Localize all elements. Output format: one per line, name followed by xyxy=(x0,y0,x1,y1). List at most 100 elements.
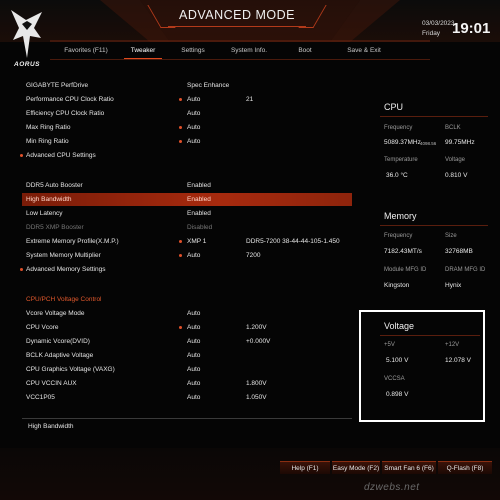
setting-eff-cpu-ratio[interactable]: Efficiency CPU Clock Ratio Auto xyxy=(22,107,352,120)
setting-ddr5-auto-booster[interactable]: DDR5 Auto Booster Enabled xyxy=(22,179,352,192)
dram-mfg-value: Hynix xyxy=(445,282,462,289)
setting-label: GIGABYTE PerfDrive xyxy=(26,82,89,89)
bullet-icon xyxy=(179,240,182,243)
setting-label: CPU Vcore xyxy=(26,324,59,331)
setting-perf-cpu-ratio[interactable]: Performance CPU Clock Ratio Auto 21 xyxy=(22,93,352,106)
smart-fan-button[interactable]: Smart Fan 6 (F6) xyxy=(382,461,436,474)
setting-current-value: DDR5-7200 38-44-44-105-1.450 xyxy=(246,238,340,245)
submenu-label: Advanced CPU Settings xyxy=(26,152,96,159)
bullet-icon xyxy=(179,140,182,143)
cpu-frequency-sub: 4098.56 xyxy=(420,141,437,146)
setting-value: XMP 1 xyxy=(187,238,207,245)
help-button[interactable]: Help (F1) xyxy=(280,461,330,474)
cpu-temp-value: 36.0 °C xyxy=(386,172,408,179)
setting-vcore-mode[interactable]: Vcore Voltage Mode Auto xyxy=(22,307,352,320)
setting-value: Enabled xyxy=(187,182,211,189)
setting-value: Enabled xyxy=(187,196,211,203)
setting-vccin-aux[interactable]: CPU VCCIN AUX Auto 1.800V xyxy=(22,377,352,390)
bullet-icon xyxy=(179,98,182,101)
setting-ddr5-xmp-booster: DDR5 XMP Booster Disabled xyxy=(22,221,352,234)
setting-label: High Bandwidth xyxy=(26,196,72,203)
tab-settings[interactable]: Settings xyxy=(174,44,212,58)
setting-label: Min Ring Ratio xyxy=(26,138,69,145)
setting-vcc1p05[interactable]: VCC1P05 Auto 1.050V xyxy=(22,391,352,404)
help-description: High Bandwidth xyxy=(28,423,74,430)
clock-display: 19:01 xyxy=(452,20,491,37)
bullet-icon xyxy=(179,126,182,129)
submenu-advanced-cpu[interactable]: Advanced CPU Settings xyxy=(20,149,352,162)
cpu-frequency-value: 5089.37MHz xyxy=(384,139,421,146)
setting-value: Auto xyxy=(187,366,201,373)
setting-value: Auto xyxy=(187,252,201,259)
memory-panel-divider xyxy=(380,225,488,226)
setting-current-value: 1.050V xyxy=(246,394,267,401)
setting-memory-multiplier[interactable]: System Memory Multiplier Auto 7200 xyxy=(22,249,352,262)
setting-value: Auto xyxy=(187,138,201,145)
setting-value: Auto xyxy=(187,310,201,317)
v12-label: +12V xyxy=(445,342,460,348)
footer-bar xyxy=(0,448,500,500)
section-label: CPU/PCH Voltage Control xyxy=(26,296,102,303)
setting-bclk-adaptive[interactable]: BCLK Adaptive Voltage Auto xyxy=(22,349,352,362)
tab-favorites[interactable]: Favorites (F11) xyxy=(56,44,116,58)
setting-low-latency[interactable]: Low Latency Enabled xyxy=(22,207,352,220)
brand-logo-text: AORUS xyxy=(14,61,40,68)
setting-label: Low Latency xyxy=(26,210,63,217)
setting-value: Auto xyxy=(187,352,201,359)
easy-mode-button[interactable]: Easy Mode (F2) xyxy=(332,461,380,474)
setting-label: DDR5 Auto Booster xyxy=(26,182,83,189)
setting-max-ring-ratio[interactable]: Max Ring Ratio Auto xyxy=(22,121,352,134)
setting-label: VCC1P05 xyxy=(26,394,55,401)
setting-perfdrive[interactable]: GIGABYTE PerfDrive Spec Enhance xyxy=(22,79,352,92)
setting-value: Enabled xyxy=(187,210,211,217)
setting-current-value: 1.200V xyxy=(246,324,267,331)
setting-label: BCLK Adaptive Voltage xyxy=(26,352,94,359)
cpu-panel-title: CPU xyxy=(384,102,404,112)
memory-size-label: Size xyxy=(445,233,457,239)
dram-mfg-label: DRAM MFG ID xyxy=(445,267,486,273)
tab-bar: Favorites (F11) Tweaker Settings System … xyxy=(50,44,430,60)
memory-panel-title: Memory xyxy=(384,211,417,221)
setting-label: Vcore Voltage Mode xyxy=(26,310,85,317)
date-display: 03/03/2023 xyxy=(422,20,455,27)
setting-dvid[interactable]: Dynamic Vcore(DVID) Auto +0.000V xyxy=(22,335,352,348)
v5-value: 5.100 V xyxy=(386,357,409,364)
setting-min-ring-ratio[interactable]: Min Ring Ratio Auto xyxy=(22,135,352,148)
setting-label: Efficiency CPU Clock Ratio xyxy=(26,110,105,117)
setting-high-bandwidth[interactable]: High Bandwidth Enabled xyxy=(22,193,352,206)
bullet-icon xyxy=(179,326,182,329)
setting-value: Auto xyxy=(187,124,201,131)
watermark: dzwebs.net xyxy=(364,482,420,493)
cpu-bclk-value: 99.75MHz xyxy=(445,139,475,146)
tab-boot[interactable]: Boot xyxy=(290,44,320,58)
cpu-voltage-value: 0.810 V xyxy=(445,172,468,179)
voltage-panel-divider xyxy=(380,335,480,336)
section-voltage-control: CPU/PCH Voltage Control xyxy=(22,293,352,306)
setting-value: Auto xyxy=(187,380,201,387)
tab-save-exit[interactable]: Save & Exit xyxy=(342,44,386,58)
setting-cpu-vcore[interactable]: CPU Vcore Auto 1.200V xyxy=(22,321,352,334)
setting-value: Spec Enhance xyxy=(187,82,230,89)
setting-label: Max Ring Ratio xyxy=(26,124,71,131)
submenu-label: Advanced Memory Settings xyxy=(26,266,106,273)
cpu-voltage-label: Voltage xyxy=(445,157,466,163)
setting-value: Auto xyxy=(187,338,201,345)
tab-system-info[interactable]: System Info. xyxy=(226,44,272,58)
submenu-advanced-memory[interactable]: Advanced Memory Settings xyxy=(20,263,352,276)
help-divider xyxy=(22,418,352,419)
setting-value: Auto xyxy=(187,110,201,117)
tab-tweaker[interactable]: Tweaker xyxy=(120,44,166,60)
setting-label: Extreme Memory Profile(X.M.P.) xyxy=(26,238,119,245)
mode-title[interactable]: ADVANCED MODE xyxy=(168,3,306,27)
memory-size-value: 32768MB xyxy=(445,248,473,255)
setting-vaxg[interactable]: CPU Graphics Voltage (VAXG) Auto xyxy=(22,363,352,376)
cpu-frequency-label: Frequency xyxy=(384,125,413,131)
bios-screen: AORUS ADVANCED MODE 03/03/2023 Friday 19… xyxy=(0,0,500,500)
setting-label: DDR5 XMP Booster xyxy=(26,224,84,231)
setting-label: CPU Graphics Voltage (VAXG) xyxy=(26,366,115,373)
setting-xmp-profile[interactable]: Extreme Memory Profile(X.M.P.) XMP 1 DDR… xyxy=(22,235,352,248)
setting-current-value: +0.000V xyxy=(246,338,271,345)
cpu-temp-label: Temperature xyxy=(384,157,418,163)
setting-label: System Memory Multiplier xyxy=(26,252,101,259)
qflash-button[interactable]: Q-Flash (F8) xyxy=(438,461,492,474)
